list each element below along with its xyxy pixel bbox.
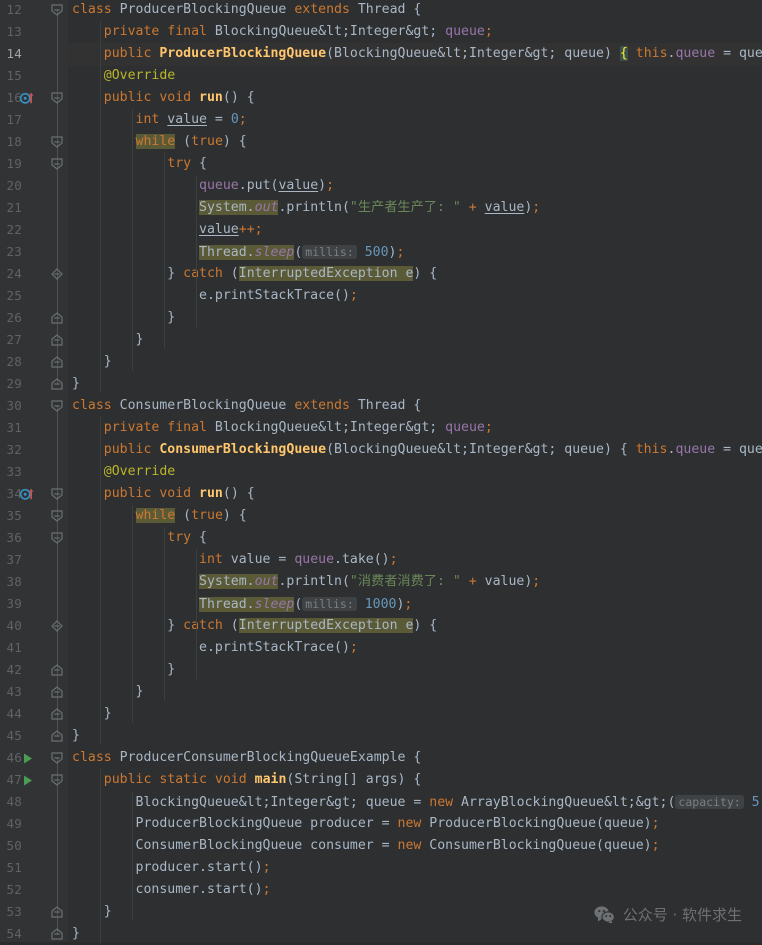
indent-guide [100, 21, 101, 393]
indent-guide [100, 769, 101, 943]
code-line[interactable]: } [68, 307, 762, 329]
fold-toggle-top[interactable] [51, 488, 63, 500]
fold-toggle-top[interactable] [51, 532, 63, 544]
indent-guide [100, 417, 101, 745]
code-line[interactable]: queue.put(value); [68, 175, 762, 197]
indent-guide [164, 153, 165, 349]
fold-toggle-bottom[interactable] [51, 664, 63, 676]
code-line[interactable]: int value = queue.take(); [68, 549, 762, 571]
code-line[interactable]: } [68, 373, 762, 395]
indent-guide [196, 175, 197, 327]
code-line[interactable]: } [68, 703, 762, 725]
code-line[interactable]: Thread.sleep(millis: 1000); [68, 593, 762, 615]
code-line[interactable]: public void run() { [68, 483, 762, 505]
code-line[interactable]: } [68, 659, 762, 681]
fold-toggle-bottom[interactable] [51, 730, 63, 742]
code-line[interactable]: } catch (InterruptedException e) { [68, 263, 762, 285]
inlay-hint: millis: [302, 245, 357, 259]
indent-guide [132, 109, 133, 371]
fold-toggle-top[interactable] [51, 400, 63, 412]
fold-toggle-bottom[interactable] [51, 378, 63, 390]
code-line[interactable]: } [68, 329, 762, 351]
code-line[interactable]: } [68, 725, 762, 747]
code-line[interactable]: public static void main(String[] args) { [68, 769, 762, 791]
code-line[interactable]: public ProducerBlockingQueue(BlockingQue… [68, 43, 762, 65]
fold-toggle-top[interactable] [51, 774, 63, 786]
code-line[interactable]: e.printStackTrace(); [68, 285, 762, 307]
code-line[interactable]: } catch (InterruptedException e) { [68, 615, 762, 637]
fold-toggle-bottom[interactable] [51, 906, 63, 918]
fold-toggle-top[interactable] [51, 4, 63, 16]
code-line[interactable]: BlockingQueue&lt;Integer&gt; queue = new… [68, 791, 762, 813]
code-line[interactable]: try { [68, 527, 762, 549]
code-line[interactable]: consumer.start(); [68, 879, 762, 901]
fold-toggle-bottom[interactable] [51, 312, 63, 324]
code-line[interactable]: @Override [68, 461, 762, 483]
code-line[interactable]: int value = 0; [68, 109, 762, 131]
fold-gutter[interactable] [0, 0, 68, 942]
code-line[interactable]: ConsumerBlockingQueue consumer = new Con… [68, 835, 762, 857]
watermark: 公众号 · 软件求生 [594, 904, 742, 925]
fold-toggle-top[interactable] [51, 136, 63, 148]
wechat-icon [594, 906, 615, 925]
fold-toggle-mid[interactable] [51, 620, 63, 632]
watermark-text: 公众号 · 软件求生 [622, 906, 742, 924]
code-line[interactable]: while (true) { [68, 505, 762, 527]
code-line[interactable]: } [68, 351, 762, 373]
code-line[interactable]: Thread.sleep(millis: 500); [68, 241, 762, 263]
fold-toggle-bottom[interactable] [51, 686, 63, 698]
code-content[interactable]: class ProducerBlockingQueue extends Thre… [68, 0, 762, 943]
code-line[interactable]: while (true) { [68, 131, 762, 153]
fold-toggle-top[interactable] [51, 92, 63, 104]
code-line[interactable]: public ConsumerBlockingQueue(BlockingQue… [68, 439, 762, 461]
inlay-hint: capacity: [675, 795, 744, 809]
fold-toggle-mid[interactable] [51, 268, 63, 280]
code-line[interactable]: } [68, 681, 762, 703]
code-line[interactable]: System.out.println("生产者生产了: " + value); [68, 197, 762, 219]
code-line[interactable]: class ProducerBlockingQueue extends Thre… [68, 0, 762, 21]
code-editor[interactable]: 12 13 14 15 16 17 18 19 20 21 22 23 24 25 26 27 28 29 30 31… [0, 0, 762, 943]
code-line[interactable]: public void run() { [68, 87, 762, 109]
code-line[interactable]: private final BlockingQueue&lt;Integer&g… [68, 417, 762, 439]
fold-toggle-top[interactable] [51, 510, 63, 522]
code-line[interactable]: value++; [68, 219, 762, 241]
code-line[interactable]: producer.start(); [68, 857, 762, 879]
fold-toggle-bottom[interactable] [51, 708, 63, 720]
fold-region-line [57, 9, 58, 385]
indent-guide [164, 527, 165, 701]
fold-toggle-bottom[interactable] [51, 356, 63, 368]
code-line[interactable]: System.out.println("消费者消费了: " + value); [68, 571, 762, 593]
indent-guide [132, 505, 133, 723]
code-line[interactable]: class ProducerConsumerBlockingQueueExamp… [68, 747, 762, 769]
code-line[interactable]: class ConsumerBlockingQueue extends Thre… [68, 395, 762, 417]
editor-gutter[interactable]: 12 13 14 15 16 17 18 19 20 21 22 23 24 25 26 27 28 29 30 31… [0, 0, 68, 942]
code-line[interactable]: ProducerBlockingQueue producer = new Pro… [68, 813, 762, 835]
code-line[interactable]: private final BlockingQueue&lt;Integer&g… [68, 21, 762, 43]
fold-toggle-bottom[interactable] [51, 334, 63, 346]
indent-guide [132, 791, 133, 921]
code-line[interactable]: try { [68, 153, 762, 175]
code-line[interactable]: e.printStackTrace(); [68, 637, 762, 659]
fold-toggle-top[interactable] [51, 158, 63, 170]
inlay-hint: millis: [302, 597, 357, 611]
fold-toggle-bottom[interactable] [51, 928, 63, 940]
code-line[interactable]: @Override [68, 65, 762, 87]
fold-toggle-top[interactable] [51, 752, 63, 764]
indent-guide [196, 549, 197, 679]
